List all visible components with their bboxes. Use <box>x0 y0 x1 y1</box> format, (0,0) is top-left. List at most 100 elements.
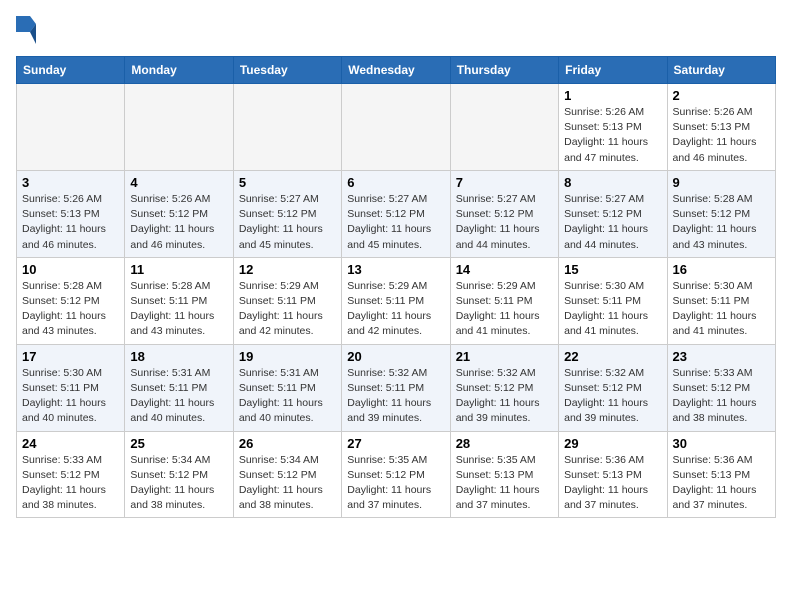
day-number: 14 <box>456 262 553 277</box>
day-number: 19 <box>239 349 336 364</box>
day-info: Sunrise: 5:26 AM Sunset: 5:13 PM Dayligh… <box>673 105 770 166</box>
day-number: 22 <box>564 349 661 364</box>
day-info: Sunrise: 5:30 AM Sunset: 5:11 PM Dayligh… <box>564 279 661 340</box>
calendar-cell: 29 Sunrise: 5:36 AM Sunset: 5:13 PM Dayli… <box>559 431 667 518</box>
calendar-cell: 30Sunrise: 5:36 AM Sunset: 5:13 PM Dayli… <box>667 431 775 518</box>
day-info: Sunrise: 5:27 AM Sunset: 5:12 PM Dayligh… <box>347 192 444 253</box>
day-number: 6 <box>347 175 444 190</box>
day-info: Sunrise: 5:31 AM Sunset: 5:11 PM Dayligh… <box>130 366 227 427</box>
weekday-header: Monday <box>125 57 233 84</box>
day-number: 20 <box>347 349 444 364</box>
calendar-week-row: 17Sunrise: 5:30 AM Sunset: 5:11 PM Dayli… <box>17 344 776 431</box>
day-number: 25 <box>130 436 227 451</box>
day-info: Sunrise: 5:29 AM Sunset: 5:11 PM Dayligh… <box>347 279 444 340</box>
day-info: Sunrise: 5:33 AM Sunset: 5:12 PM Dayligh… <box>22 453 119 514</box>
weekday-header: Friday <box>559 57 667 84</box>
day-info: Sunrise: 5:30 AM Sunset: 5:11 PM Dayligh… <box>673 279 770 340</box>
day-info: Sunrise: 5:26 AM Sunset: 5:13 PM Dayligh… <box>564 105 661 166</box>
day-number: 2 <box>673 88 770 103</box>
weekday-header-row: SundayMondayTuesdayWednesdayThursdayFrid… <box>17 57 776 84</box>
day-info: Sunrise: 5:29 AM Sunset: 5:11 PM Dayligh… <box>239 279 336 340</box>
calendar-cell: 10Sunrise: 5:28 AM Sunset: 5:12 PM Dayli… <box>17 257 125 344</box>
day-info: Sunrise: 5:36 AM Sunset: 5:13 PM Dayligh… <box>564 453 661 514</box>
calendar-cell: 2 Sunrise: 5:26 AM Sunset: 5:13 PM Daylig… <box>667 84 775 171</box>
day-number: 16 <box>673 262 770 277</box>
calendar-cell: 18 Sunrise: 5:31 AM Sunset: 5:11 PM Dayli… <box>125 344 233 431</box>
calendar-cell: 16 Sunrise: 5:30 AM Sunset: 5:11 PM Dayli… <box>667 257 775 344</box>
calendar-week-row: 3 Sunrise: 5:26 AM Sunset: 5:13 PM Daylig… <box>17 170 776 257</box>
calendar-cell: 9Sunrise: 5:28 AM Sunset: 5:12 PM Daylig… <box>667 170 775 257</box>
calendar-cell <box>17 84 125 171</box>
day-info: Sunrise: 5:28 AM Sunset: 5:11 PM Dayligh… <box>130 279 227 340</box>
day-number: 3 <box>22 175 119 190</box>
day-info: Sunrise: 5:26 AM Sunset: 5:12 PM Dayligh… <box>130 192 227 253</box>
logo-icon <box>16 16 36 44</box>
calendar-cell: 24 Sunrise: 5:33 AM Sunset: 5:12 PM Dayli… <box>17 431 125 518</box>
day-number: 21 <box>456 349 553 364</box>
calendar-cell: 23Sunrise: 5:33 AM Sunset: 5:12 PM Dayli… <box>667 344 775 431</box>
day-info: Sunrise: 5:27 AM Sunset: 5:12 PM Dayligh… <box>239 192 336 253</box>
day-number: 29 <box>564 436 661 451</box>
day-info: Sunrise: 5:35 AM Sunset: 5:12 PM Dayligh… <box>347 453 444 514</box>
logo <box>16 16 40 44</box>
calendar-cell <box>233 84 341 171</box>
calendar-cell: 22 Sunrise: 5:32 AM Sunset: 5:12 PM Dayli… <box>559 344 667 431</box>
calendar-cell: 21 Sunrise: 5:32 AM Sunset: 5:12 PM Dayli… <box>450 344 558 431</box>
calendar-cell <box>342 84 450 171</box>
calendar-cell: 17Sunrise: 5:30 AM Sunset: 5:11 PM Dayli… <box>17 344 125 431</box>
day-number: 26 <box>239 436 336 451</box>
day-info: Sunrise: 5:29 AM Sunset: 5:11 PM Dayligh… <box>456 279 553 340</box>
day-info: Sunrise: 5:26 AM Sunset: 5:13 PM Dayligh… <box>22 192 119 253</box>
calendar-cell <box>125 84 233 171</box>
weekday-header: Wednesday <box>342 57 450 84</box>
day-info: Sunrise: 5:27 AM Sunset: 5:12 PM Dayligh… <box>456 192 553 253</box>
calendar-week-row: 1Sunrise: 5:26 AM Sunset: 5:13 PM Daylig… <box>17 84 776 171</box>
weekday-header: Saturday <box>667 57 775 84</box>
calendar-cell: 11 Sunrise: 5:28 AM Sunset: 5:11 PM Dayli… <box>125 257 233 344</box>
day-number: 15 <box>564 262 661 277</box>
weekday-header: Tuesday <box>233 57 341 84</box>
day-info: Sunrise: 5:34 AM Sunset: 5:12 PM Dayligh… <box>130 453 227 514</box>
day-number: 13 <box>347 262 444 277</box>
day-info: Sunrise: 5:32 AM Sunset: 5:11 PM Dayligh… <box>347 366 444 427</box>
day-number: 24 <box>22 436 119 451</box>
day-number: 17 <box>22 349 119 364</box>
page-header <box>16 16 776 44</box>
day-number: 10 <box>22 262 119 277</box>
calendar-cell: 26Sunrise: 5:34 AM Sunset: 5:12 PM Dayli… <box>233 431 341 518</box>
day-info: Sunrise: 5:32 AM Sunset: 5:12 PM Dayligh… <box>456 366 553 427</box>
day-number: 12 <box>239 262 336 277</box>
calendar-cell: 27 Sunrise: 5:35 AM Sunset: 5:12 PM Dayli… <box>342 431 450 518</box>
day-number: 9 <box>673 175 770 190</box>
calendar-cell: 1Sunrise: 5:26 AM Sunset: 5:13 PM Daylig… <box>559 84 667 171</box>
calendar-cell: 4 Sunrise: 5:26 AM Sunset: 5:12 PM Daylig… <box>125 170 233 257</box>
calendar-cell: 8 Sunrise: 5:27 AM Sunset: 5:12 PM Daylig… <box>559 170 667 257</box>
day-number: 4 <box>130 175 227 190</box>
calendar-cell: 19 Sunrise: 5:31 AM Sunset: 5:11 PM Dayli… <box>233 344 341 431</box>
weekday-header: Sunday <box>17 57 125 84</box>
calendar-cell: 5 Sunrise: 5:27 AM Sunset: 5:12 PM Daylig… <box>233 170 341 257</box>
day-number: 23 <box>673 349 770 364</box>
calendar-cell <box>450 84 558 171</box>
day-number: 28 <box>456 436 553 451</box>
calendar-week-row: 24 Sunrise: 5:33 AM Sunset: 5:12 PM Dayli… <box>17 431 776 518</box>
day-number: 27 <box>347 436 444 451</box>
day-number: 11 <box>130 262 227 277</box>
calendar-cell: 7Sunrise: 5:27 AM Sunset: 5:12 PM Daylig… <box>450 170 558 257</box>
day-number: 30 <box>673 436 770 451</box>
day-number: 8 <box>564 175 661 190</box>
calendar-cell: 13 Sunrise: 5:29 AM Sunset: 5:11 PM Dayli… <box>342 257 450 344</box>
day-info: Sunrise: 5:27 AM Sunset: 5:12 PM Dayligh… <box>564 192 661 253</box>
calendar-table: SundayMondayTuesdayWednesdayThursdayFrid… <box>16 56 776 518</box>
calendar-cell: 25 Sunrise: 5:34 AM Sunset: 5:12 PM Dayli… <box>125 431 233 518</box>
day-number: 5 <box>239 175 336 190</box>
calendar-cell: 20 Sunrise: 5:32 AM Sunset: 5:11 PM Dayli… <box>342 344 450 431</box>
calendar-cell: 28 Sunrise: 5:35 AM Sunset: 5:13 PM Dayli… <box>450 431 558 518</box>
calendar-cell: 12 Sunrise: 5:29 AM Sunset: 5:11 PM Dayli… <box>233 257 341 344</box>
calendar-cell: 6 Sunrise: 5:27 AM Sunset: 5:12 PM Daylig… <box>342 170 450 257</box>
day-info: Sunrise: 5:35 AM Sunset: 5:13 PM Dayligh… <box>456 453 553 514</box>
day-info: Sunrise: 5:31 AM Sunset: 5:11 PM Dayligh… <box>239 366 336 427</box>
day-number: 18 <box>130 349 227 364</box>
calendar-cell: 3 Sunrise: 5:26 AM Sunset: 5:13 PM Daylig… <box>17 170 125 257</box>
day-info: Sunrise: 5:32 AM Sunset: 5:12 PM Dayligh… <box>564 366 661 427</box>
